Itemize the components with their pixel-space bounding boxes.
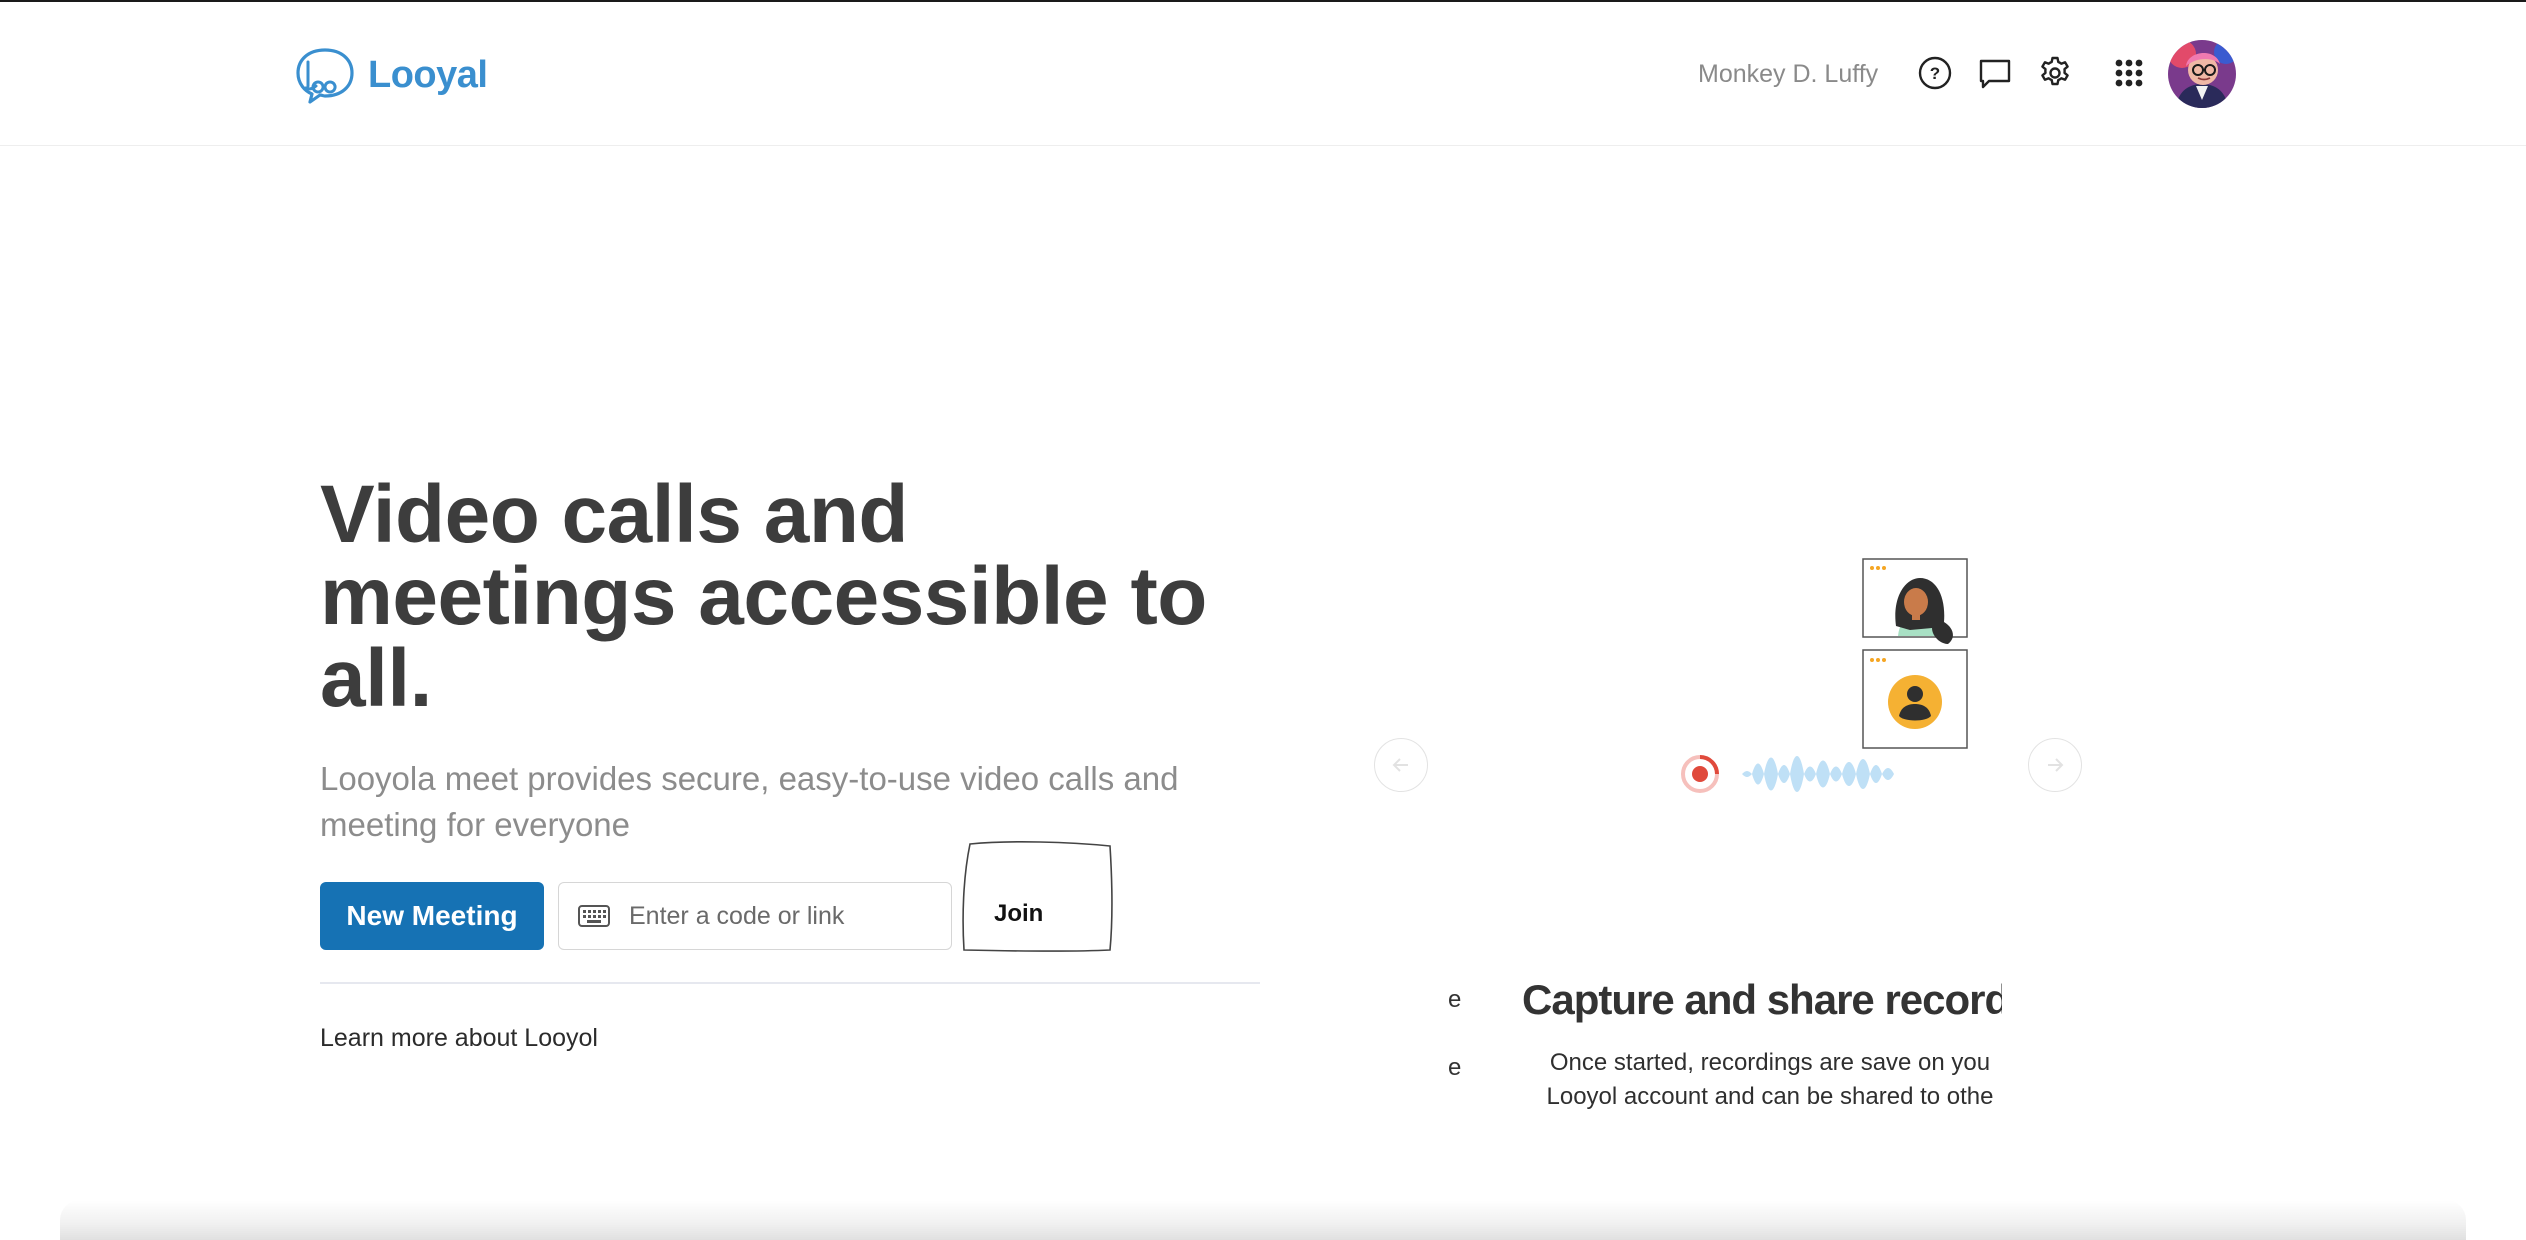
chat-bubble-icon <box>1979 59 2011 89</box>
app-header: Looyal Monkey D. Luffy ? <box>0 2 2526 146</box>
meeting-code-input[interactable] <box>629 901 929 931</box>
meeting-code-field[interactable] <box>558 882 952 950</box>
recording-illustration <box>1670 556 1970 816</box>
slide-description-line: Once started, recordings are save on you <box>1549 1049 1991 1076</box>
logo[interactable]: Looyal <box>292 46 488 104</box>
learn-more-link[interactable]: Learn more about Looyol <box>320 1024 598 1053</box>
grid-apps-icon <box>2115 59 2143 87</box>
user-avatar[interactable] <box>2168 40 2236 108</box>
settings-button[interactable] <box>2036 54 2074 92</box>
svg-text:?: ? <box>1930 64 1940 83</box>
new-meeting-button[interactable]: New Meeting <box>320 882 544 950</box>
feedback-button[interactable] <box>1976 54 2014 92</box>
hero-subtitle: Looyola meet provides secure, easy-to-us… <box>320 760 1179 843</box>
slide-description-line: Looyol account and can be shared to othe <box>1546 1083 1994 1110</box>
help-icon: ? <box>1918 56 1952 90</box>
hero-title-line: meetings accessible to <box>320 551 1207 642</box>
keyboard-icon <box>578 905 610 927</box>
logo-text: Looyal <box>368 53 488 96</box>
logo-icon <box>296 48 354 104</box>
carousel-next-button[interactable] <box>2028 738 2082 792</box>
bottom-shadow <box>60 1200 2466 1240</box>
user-name: Monkey D. Luffy <box>1698 60 1879 88</box>
join-button-outline <box>962 841 1113 952</box>
join-button[interactable]: Join <box>960 838 1116 954</box>
avatar-image <box>2168 40 2236 108</box>
previous-slide-fragment: e <box>1448 986 1462 1013</box>
slide-title: Capture and share recordin <box>1522 976 2002 1023</box>
hero-title-line: all. <box>320 633 432 724</box>
arrow-right-icon <box>2048 758 2064 772</box>
join-label: Join <box>994 900 1044 927</box>
section-divider <box>320 982 1260 984</box>
hero-title-line: Video calls and <box>320 469 909 560</box>
carousel-slide: e e Capture and share recordin Once star… <box>1448 966 2002 1116</box>
arrow-left-icon <box>1392 758 1408 772</box>
hero-heading: Video calls and meetings accessible to a… <box>320 474 1280 720</box>
gear-icon <box>2041 56 2069 86</box>
help-button[interactable]: ? <box>1916 54 1954 92</box>
carousel-prev-button[interactable] <box>1374 738 1428 792</box>
slide-description: Once started, recordings are save on you… <box>1510 1046 2002 1114</box>
apps-button[interactable] <box>2110 54 2148 92</box>
previous-slide-fragment: e <box>1448 1054 1462 1081</box>
